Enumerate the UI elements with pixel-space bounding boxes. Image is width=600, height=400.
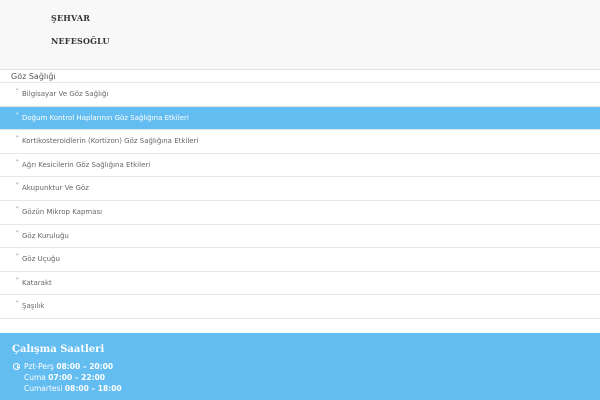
topic-label[interactable]: Kortikosteroidlerin (Kortizon) Göz Sağlı… bbox=[22, 137, 198, 145]
working-hours-title: Çalışma Saatleri bbox=[12, 344, 105, 355]
brand-name-last[interactable]: NEFESOĞLU bbox=[51, 36, 110, 46]
site-header: ŞEHVAR NEFESOĞLU bbox=[0, 0, 600, 70]
quote-icon: " bbox=[16, 182, 19, 190]
topic-label[interactable]: Ağrı Kesicilerin Göz Sağlığına Etkileri bbox=[22, 161, 150, 169]
hours-time: 08:00 – 18:00 bbox=[64, 384, 122, 393]
quote-icon: " bbox=[16, 229, 19, 237]
hours-row: Cumartesi 08:00 – 18:00 bbox=[24, 384, 122, 393]
topic-list: " Bilgisayar Ve Göz Sağlığı " Doğum Kont… bbox=[0, 82, 600, 319]
topic-item-goz-kurulugu[interactable]: " Göz Kuruluğu bbox=[0, 225, 600, 249]
section-title: Göz Sağlığı bbox=[11, 72, 56, 81]
topic-item-katarakt[interactable]: " Katarakt bbox=[0, 272, 600, 296]
topic-item-akupunktur[interactable]: " Akupunktur Ve Göz bbox=[0, 177, 600, 201]
topic-item-goz-ucugu[interactable]: " Göz Uçuğu bbox=[0, 248, 600, 272]
topic-item-agri-kesici[interactable]: " Ağrı Kesicilerin Göz Sağlığına Etkiler… bbox=[0, 154, 600, 178]
hours-day: Cumartesi bbox=[24, 384, 63, 393]
topic-item-sasilik[interactable]: " Şaşılık bbox=[0, 295, 600, 319]
hours-day: Pzt-Perş bbox=[24, 362, 54, 371]
quote-icon: " bbox=[16, 135, 19, 143]
quote-icon: " bbox=[16, 253, 19, 261]
topic-item-dogum-kontrol[interactable]: " Doğum Kontrol Haplarının Göz Sağlığına… bbox=[0, 106, 600, 131]
quote-icon: " bbox=[16, 158, 19, 166]
quote-icon: " bbox=[16, 300, 19, 308]
quote-icon: " bbox=[16, 88, 19, 95]
topic-label[interactable]: Katarakt bbox=[22, 279, 52, 287]
hours-row: Cuma 07:00 – 22:00 bbox=[24, 373, 105, 382]
topic-label[interactable]: Doğum Kontrol Haplarının Göz Sağlığına E… bbox=[22, 114, 189, 122]
quote-icon: " bbox=[16, 205, 19, 213]
hours-time: 08:00 – 20:00 bbox=[56, 362, 114, 371]
topic-label[interactable]: Göz Kuruluğu bbox=[22, 232, 69, 240]
hours-row: Pzt-Perş 08:00 – 20:00 bbox=[24, 362, 113, 371]
clock-icon bbox=[13, 363, 20, 370]
quote-icon: " bbox=[16, 276, 19, 284]
topic-label[interactable]: Gözün Mikrop Kapması bbox=[22, 208, 102, 216]
topic-label[interactable]: Göz Uçuğu bbox=[22, 255, 60, 263]
topic-item-mikrop[interactable]: " Gözün Mikrop Kapması bbox=[0, 201, 600, 225]
topic-item-bilgisayar[interactable]: " Bilgisayar Ve Göz Sağlığı bbox=[0, 83, 600, 107]
topic-label[interactable]: Akupunktur Ve Göz bbox=[22, 184, 89, 192]
hours-time: 07:00 – 22:00 bbox=[48, 373, 106, 382]
topic-item-kortikosteroid[interactable]: " Kortikosteroidlerin (Kortizon) Göz Sağ… bbox=[0, 130, 600, 154]
quote-icon: " bbox=[16, 111, 19, 119]
brand-name-first[interactable]: ŞEHVAR bbox=[51, 13, 90, 23]
hours-day: Cuma bbox=[24, 373, 46, 382]
topic-label[interactable]: Bilgisayar Ve Göz Sağlığı bbox=[22, 90, 108, 98]
topic-label[interactable]: Şaşılık bbox=[22, 302, 44, 310]
